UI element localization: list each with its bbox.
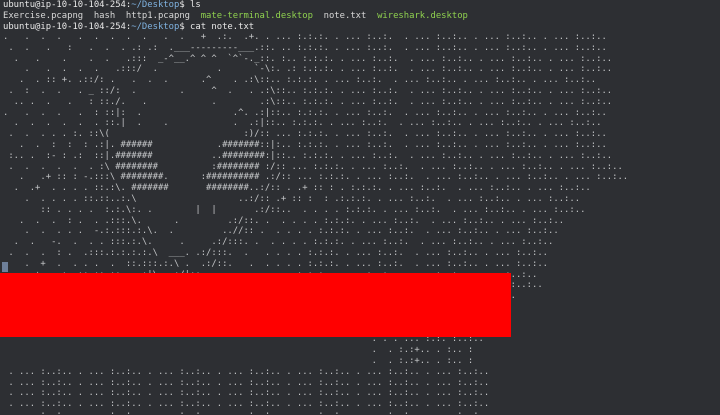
ls-entry: Exercise.pcapng [3, 10, 84, 21]
art-line: . . :.:+.. . :.. : [3, 345, 474, 356]
ls-entry: http1.pcapng [125, 10, 191, 21]
art-line: . ... :..:.. . ... :..:.. . ... :..:.. .… [3, 409, 490, 415]
ls-output-line: Exercise.pcapng hash http1.pcapng mate-t… [0, 11, 720, 22]
art-line: . ... :..:.. . ... :..:.. . ... :..:.. .… [3, 377, 490, 388]
art-line: . . . . . . :\ ######## :######## :/:: .… [3, 161, 623, 172]
ls-entry-executable: wireshark.desktop [377, 10, 468, 21]
art-line: :.. . :- : .: ::|.####### ..########:|::… [3, 150, 613, 161]
art-line: . . . : . .:::.:.:.:.:.\ ___. .:/:::. . … [3, 247, 549, 258]
terminal-window[interactable]: ubuntu@ip-10-10-104-254:~/Desktop$ ls Ex… [0, 0, 720, 415]
art-line: . .+ :: : -.:::\ ########. :########## .… [3, 172, 629, 183]
prompt-line-cat: ubuntu@ip-10-10-104-254:~/Desktop$ cat n… [3, 21, 255, 32]
art-line: . . : : : .:|. ###### .#######::|:.. :.:… [3, 139, 607, 150]
art-line: . .+ . . . . ::.:\. ####### ########..:/… [3, 183, 591, 194]
ls-entry-executable: mate-terminal.desktop [200, 10, 313, 21]
art-line: . . . : . . . .: .: .___---------___.::.… [3, 42, 607, 53]
art-line: . . . . . : ::|: . .^. .:|::.. :.:.:. . … [3, 107, 607, 118]
art-line: . ... :..:.. . ... :..:.. . ... :..:.. .… [3, 399, 490, 410]
prompt-symbol: $ [179, 0, 191, 10]
ls-entry: note.txt [323, 10, 367, 21]
command-text: ls [190, 0, 201, 10]
art-line: . . . : . . .:::.\. . .:/::. . . . . . :… [3, 215, 565, 226]
prompt-user-host: ubuntu@ip-10-10-104-254 [3, 0, 126, 10]
art-line: . . . . . .:::/ . . `-\:. .: :.:.:. . ..… [3, 64, 613, 75]
art-line: . . -. . . . :::.:.\. . .:/:::. . . . . … [3, 237, 554, 248]
art-line: :: . . . . :.:.\:. . | | .:/::.. . . . .… [3, 204, 586, 215]
art-line: . . :: +. .::/: . . . . .^ . .:\::.. :.:… [3, 75, 597, 86]
art-line: . . :.:+.. . :.. : [3, 355, 474, 366]
art-line: . . . . . :. ::\( :)/:: ... :.:.:. . ...… [3, 129, 607, 140]
ls-entry: hash [93, 10, 116, 21]
art-line: . . . . . -.:.:::.:.\. . ..//:: . . . . … [3, 226, 559, 237]
art-line: . ... :..:.. . ... :..:.. . ... :..:.. .… [3, 388, 490, 399]
note-ascii-art: . . . . . . . . . . . + .:. .+. . ... :.… [0, 32, 720, 415]
prompt-line-ls: ubuntu@ip-10-10-104-254:~/Desktop$ ls [3, 0, 201, 10]
art-line: .. . . . : ::./. . . .:\::.. :.:.:. . ..… [3, 96, 613, 107]
art-line: . . . . . . . . . . . + .:. .+. . ... :.… [3, 32, 607, 42]
art-line: . . . . . . ::.| . . . .:|::.. :.:.:. . … [3, 118, 602, 129]
art-line: . . . . . .::: _-^__.^ ^ ^ `^`-._::. :..… [3, 53, 613, 64]
art-line: . . . . . ::.::..:.\ ..:/:: .+ :: : : .:… [3, 193, 581, 204]
terminal-cursor [2, 262, 8, 272]
art-line: . : . . . _ ::/: . . ^ . . .:\::.. :.:.:… [3, 85, 613, 96]
art-line: . + . . . . . ::.:::.:.\ . .:/::. . . . … [3, 258, 549, 269]
redaction-box [0, 273, 511, 337]
command-text: cat note.txt [190, 21, 255, 32]
prompt-path: ~/Desktop [131, 0, 180, 10]
art-line: . ... :..:.. . ... :..:.. . ... :..:.. .… [3, 366, 490, 377]
